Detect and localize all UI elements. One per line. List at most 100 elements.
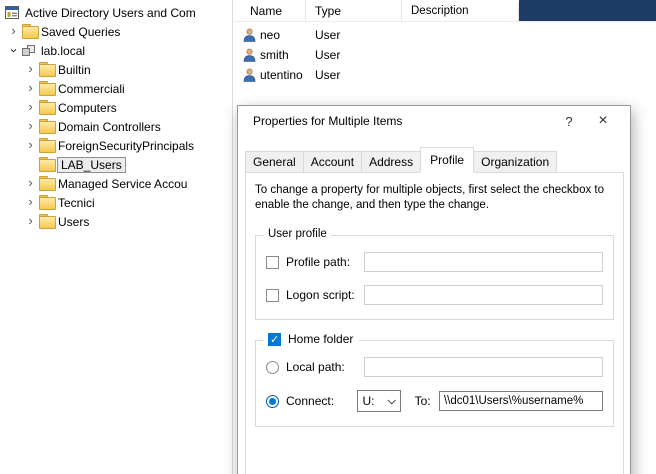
- tree-item-root[interactable]: Active Directory Users and Com: [0, 3, 232, 22]
- tree-item-label: Saved Queries: [41, 25, 120, 39]
- logon-script-row: Logon script:: [266, 285, 603, 305]
- chevron-placeholder: [23, 157, 38, 172]
- chevron-right-icon[interactable]: [23, 214, 38, 229]
- chevron-right-icon[interactable]: [23, 81, 38, 96]
- dialog-titlebar[interactable]: Properties for Multiple Items ? ×: [238, 106, 630, 136]
- logon-script-label: Logon script:: [286, 288, 364, 302]
- tree-item-domain-controllers[interactable]: Domain Controllers: [0, 117, 232, 136]
- chevron-right-icon[interactable]: [23, 62, 38, 77]
- properties-dialog: Properties for Multiple Items ? × Genera…: [237, 105, 631, 474]
- chevron-right-icon[interactable]: [23, 119, 38, 134]
- tree-item-foreign-security-principals[interactable]: ForeignSecurityPrincipals: [0, 136, 232, 155]
- tree-item-builtin[interactable]: Builtin: [0, 60, 232, 79]
- list-item-neo[interactable]: neo User: [234, 25, 656, 45]
- user-icon: [243, 68, 256, 82]
- cell-name: neo: [260, 28, 306, 42]
- local-path-row: Local path:: [266, 357, 603, 377]
- home-folder-path-input[interactable]: [439, 391, 603, 411]
- tree-item-lab-local[interactable]: lab.local: [0, 41, 232, 60]
- dialog-title: Properties for Multiple Items: [253, 114, 552, 128]
- close-button[interactable]: ×: [586, 107, 620, 136]
- tree-item-commerciali[interactable]: Commerciali: [0, 79, 232, 98]
- tree-item-label: Commerciali: [58, 82, 125, 96]
- tree-item-tecnici[interactable]: Tecnici: [0, 193, 232, 212]
- chevron-right-icon[interactable]: [23, 138, 38, 153]
- cell-type: User: [306, 68, 402, 82]
- logon-script-checkbox[interactable]: [266, 289, 279, 302]
- tree-item-computers[interactable]: Computers: [0, 98, 232, 117]
- profile-path-row: Profile path:: [266, 252, 603, 272]
- chevron-down-icon: [387, 396, 395, 404]
- drive-letter-select[interactable]: U:: [357, 390, 401, 412]
- tree-item-label: ForeignSecurityPrincipals: [58, 139, 194, 153]
- folder-icon: [38, 158, 55, 172]
- folder-icon: [38, 120, 55, 134]
- local-path-input[interactable]: [364, 357, 603, 377]
- tree-item-lab-users[interactable]: LAB_Users: [0, 155, 232, 174]
- folder-icon: [38, 177, 55, 191]
- column-header-type[interactable]: Type: [306, 0, 402, 21]
- cell-name: smith: [260, 48, 306, 62]
- folder-icon: [38, 101, 55, 115]
- chevron-right-icon[interactable]: [23, 195, 38, 210]
- folder-icon: [38, 139, 55, 153]
- tree-item-label: Active Directory Users and Com: [25, 6, 196, 20]
- tab-organization[interactable]: Organization: [473, 151, 557, 173]
- list-item-smith[interactable]: smith User: [234, 45, 656, 65]
- profile-tab-panel: To change a property for multiple object…: [245, 172, 624, 474]
- column-header-description[interactable]: Description: [403, 2, 519, 21]
- folder-icon: [38, 196, 55, 210]
- tab-address[interactable]: Address: [361, 151, 421, 173]
- folder-icon: [21, 25, 38, 39]
- home-folder-caption: Home folder: [264, 332, 359, 346]
- user-profile-group: User profile Profile path: Logon script:: [255, 235, 614, 320]
- tab-profile[interactable]: Profile: [420, 147, 474, 173]
- cell-name: utentino: [260, 68, 306, 82]
- cell-type: User: [306, 48, 402, 62]
- chevron-down-icon[interactable]: [6, 43, 21, 58]
- list-rows: neo User smith User utentino User: [234, 22, 656, 85]
- connect-row: Connect: U: To:: [266, 390, 603, 412]
- tree-item-label: Domain Controllers: [58, 120, 161, 134]
- home-folder-group: Home folder Local path: Connect: U: To:: [255, 340, 614, 427]
- tree-item-label: Builtin: [58, 63, 91, 77]
- folder-icon: [38, 215, 55, 229]
- tree-item-label: Users: [58, 215, 89, 229]
- chevron-right-icon[interactable]: [6, 24, 21, 39]
- profile-path-input[interactable]: [364, 252, 603, 272]
- tree-item-users[interactable]: Users: [0, 212, 232, 231]
- column-header-name[interactable]: Name: [234, 0, 306, 21]
- to-label: To:: [415, 394, 439, 408]
- list-column-headers: Name Type Description: [234, 0, 656, 22]
- local-path-radio[interactable]: [266, 361, 279, 374]
- connect-radio[interactable]: [266, 395, 279, 408]
- user-icon: [243, 48, 256, 62]
- folder-icon: [38, 82, 55, 96]
- domain-icon: [21, 44, 38, 58]
- tab-strip: General Account Address Profile Organiza…: [245, 147, 557, 173]
- list-item-utentino[interactable]: utentino User: [234, 65, 656, 85]
- profile-path-label: Profile path:: [286, 255, 364, 269]
- tree-item-label: Managed Service Accou: [58, 177, 187, 191]
- tab-account[interactable]: Account: [303, 151, 362, 173]
- connect-label: Connect:: [286, 394, 357, 408]
- console-root-icon: [5, 6, 22, 20]
- tab-general[interactable]: General: [245, 151, 304, 173]
- logon-script-input[interactable]: [364, 285, 603, 305]
- cell-type: User: [306, 28, 402, 42]
- chevron-right-icon[interactable]: [23, 100, 38, 115]
- user-icon: [243, 28, 256, 42]
- help-button[interactable]: ?: [552, 107, 586, 136]
- console-tree: Active Directory Users and Com Saved Que…: [0, 0, 233, 474]
- drive-letter-value: U:: [363, 394, 375, 408]
- aduc-console-window: Active Directory Users and Com Saved Que…: [0, 0, 656, 474]
- tree-item-label: Tecnici: [58, 196, 95, 210]
- profile-path-checkbox[interactable]: [266, 256, 279, 269]
- folder-icon: [38, 63, 55, 77]
- chevron-right-icon[interactable]: [23, 176, 38, 191]
- tree-item-label: lab.local: [41, 44, 85, 58]
- home-folder-checkbox[interactable]: [268, 333, 281, 346]
- tree-item-saved-queries[interactable]: Saved Queries: [0, 22, 232, 41]
- tree-item-managed-service-accounts[interactable]: Managed Service Accou: [0, 174, 232, 193]
- local-path-label: Local path:: [286, 360, 364, 374]
